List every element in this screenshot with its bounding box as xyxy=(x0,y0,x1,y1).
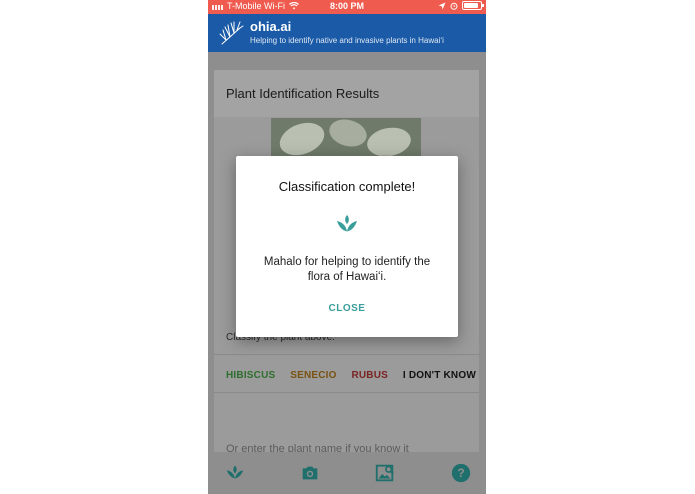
alarm-icon xyxy=(450,2,458,10)
status-bar: T-Mobile Wi-Fi 8:00 PM xyxy=(208,0,486,14)
choice-rubus-button[interactable]: RUBUS xyxy=(351,370,388,381)
page-title: Plant Identification Results xyxy=(226,86,380,101)
classification-choices: HIBISCUS SENECIO RUBUS I DON'T KNOW xyxy=(226,370,476,381)
choice-senecio-button[interactable]: SENECIO xyxy=(290,370,336,381)
status-right-group xyxy=(438,1,484,10)
divider xyxy=(214,392,479,393)
app-subtitle: Helping to identify native and invasive … xyxy=(250,36,444,45)
choice-dont-know-button[interactable]: I DON'T KNOW xyxy=(403,370,476,381)
sprout-icon[interactable] xyxy=(224,462,246,484)
location-icon xyxy=(438,2,446,9)
dialog-title: Classification complete! xyxy=(278,179,416,194)
classification-dialog: Classification complete! Mahalo for help… xyxy=(236,156,458,337)
gallery-search-icon[interactable] xyxy=(374,462,396,484)
bottom-nav: ? xyxy=(208,452,486,494)
svg-text:?: ? xyxy=(457,466,464,480)
help-icon[interactable]: ? xyxy=(450,462,472,484)
app-bar: ohia.ai Helping to identify native and i… xyxy=(208,14,486,52)
divider xyxy=(214,354,479,355)
ohia-logo-icon xyxy=(219,21,244,45)
dialog-message: Mahalo for helping to identify the flora… xyxy=(263,256,431,283)
close-button[interactable]: CLOSE xyxy=(236,303,458,314)
camera-icon[interactable] xyxy=(299,462,321,484)
battery-icon xyxy=(462,1,484,10)
sprout-icon xyxy=(337,215,357,232)
choice-hibiscus-button[interactable]: HIBISCUS xyxy=(226,370,275,381)
app-title: ohia.ai xyxy=(250,19,292,34)
results-card-header: Plant Identification Results xyxy=(214,70,479,117)
